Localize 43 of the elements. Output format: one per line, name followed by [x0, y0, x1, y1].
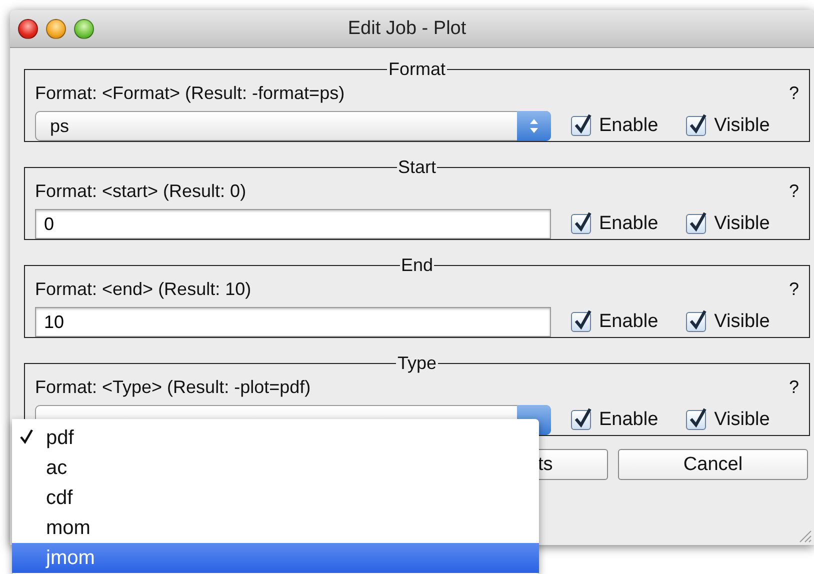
group-title: Start: [396, 160, 437, 174]
menu-item[interactable]: pdf: [12, 423, 539, 453]
input-field[interactable]: 10: [35, 307, 551, 337]
help-mark[interactable]: ?: [788, 82, 799, 104]
format-label: Format: <Type> (Result: -plot=pdf): [35, 376, 311, 398]
format-label: Format: <Format> (Result: -format=ps): [35, 82, 345, 104]
checkbox[interactable]: [686, 312, 706, 332]
window-title: Edit Job - Plot: [346, 18, 468, 40]
input-field[interactable]: 0: [35, 209, 551, 239]
minimize-button[interactable]: [46, 18, 66, 38]
checkbox-label: Visible: [714, 213, 770, 235]
dropdown[interactable]: ps: [35, 111, 551, 141]
help-mark[interactable]: ?: [788, 180, 799, 202]
zoom-button[interactable]: [74, 18, 94, 38]
help-mark[interactable]: ?: [788, 376, 799, 398]
checkbox-label: Visible: [714, 409, 770, 431]
close-button[interactable]: [18, 18, 38, 38]
checkbox[interactable]: [571, 312, 591, 332]
resize-grip-icon[interactable]: [798, 529, 812, 543]
help-mark[interactable]: ?: [788, 278, 799, 300]
checkbox[interactable]: [571, 214, 591, 234]
checkbox-label: Enable: [599, 115, 658, 137]
checkbox[interactable]: [686, 214, 706, 234]
checkbox[interactable]: [571, 116, 591, 136]
checkbox-label: Enable: [599, 213, 658, 235]
checkmark-icon: [20, 428, 34, 444]
checkbox-label: Enable: [599, 311, 658, 333]
dialog-button[interactable]: Cancel: [618, 449, 808, 480]
menu-item[interactable]: mom: [12, 513, 539, 543]
checkbox[interactable]: [686, 116, 706, 136]
checkbox-label: Enable: [599, 409, 658, 431]
checkbox[interactable]: [571, 410, 591, 430]
menu-item[interactable]: ac: [12, 453, 539, 483]
checkbox-label: Visible: [714, 115, 770, 137]
checkbox-label: Visible: [714, 311, 770, 333]
group-title: Format: [387, 62, 446, 76]
group-title: End: [400, 258, 434, 272]
format-label: Format: <end> (Result: 10): [35, 278, 252, 300]
checkbox[interactable]: [686, 410, 706, 430]
menu-item[interactable]: cdf: [12, 483, 539, 513]
stepper-arrows-icon: [528, 118, 540, 134]
menu-item[interactable]: jmom: [12, 543, 539, 573]
format-label: Format: <start> (Result: 0): [35, 180, 246, 202]
